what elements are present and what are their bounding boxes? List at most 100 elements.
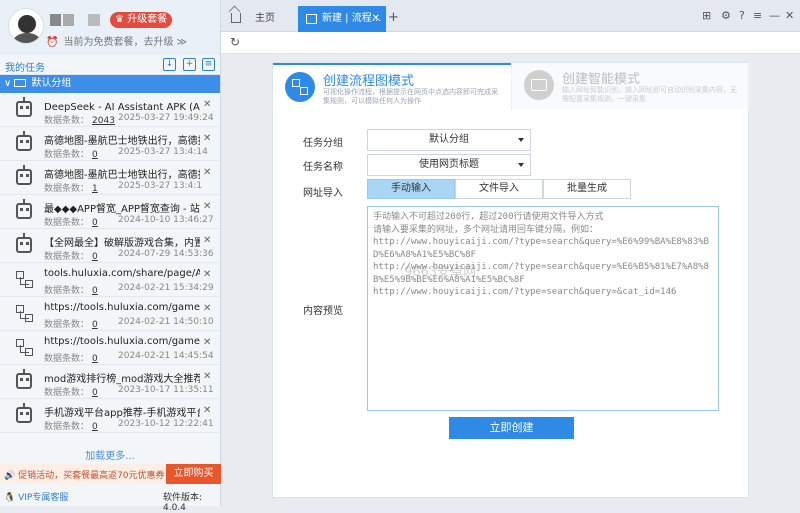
task-title: 高德地图-墨航巴士地铁出行，高德打車 APK xyxy=(44,136,200,147)
task-date: 2024-07-29 14:53:36 xyxy=(118,249,214,259)
menu-icon[interactable]: ≡ xyxy=(753,9,762,22)
delete-task-icon[interactable]: ✕ xyxy=(203,337,211,348)
task-date: 2023-10-17 11:35:11 xyxy=(118,385,214,395)
minimize-icon[interactable]: — xyxy=(769,9,780,22)
vip-support-link[interactable]: 🐧 VIP专属客服 xyxy=(4,490,68,503)
name-field-label: 任务名称 xyxy=(303,162,343,173)
flow-mode-card[interactable]: 创建流程图模式 可视化操作流程，根据提示在网页中点选内容即可完成采集规则，可以模… xyxy=(273,63,511,110)
robot-icon xyxy=(16,131,32,151)
flow-icon xyxy=(16,305,32,321)
task-header: 我的任务 ↓ + ≡ xyxy=(0,55,220,75)
tab-home[interactable]: 主页 xyxy=(223,6,295,32)
tab-home-label: 主页 xyxy=(255,13,275,24)
refresh-icon[interactable]: ↻ xyxy=(230,35,240,49)
task-date: 2024-10-10 13:46:27 xyxy=(118,215,214,225)
task-list-item[interactable]: 手机游戏平台app推荐-手机游戏平台有哪些数据条数：0 2023-10-12 12… xyxy=(0,399,220,433)
upgrade-badge-label: 升级套餐 xyxy=(127,14,168,25)
upgrade-badge[interactable]: ♛ 升级套餐 xyxy=(110,12,173,28)
close-window-icon[interactable]: ✕ xyxy=(785,9,794,22)
delete-task-icon[interactable]: ✕ xyxy=(203,133,211,144)
name-select[interactable]: 使用网页标题 xyxy=(367,154,531,176)
task-count: 数据条数： 0 xyxy=(44,419,98,432)
import-icon[interactable]: ↓ xyxy=(163,58,176,71)
plan-text: 当前为免费套餐，去升级 xyxy=(63,37,174,48)
smart-mode-card[interactable]: 创建智能模式 输入网址智能识别，输入网址即可自动识别采集内容，无需配置采集规则，… xyxy=(511,63,750,110)
task-count-value[interactable]: 0 xyxy=(92,286,98,296)
url-tab-manual[interactable]: 手动输入 xyxy=(367,179,455,199)
task-date: 2024-02-21 14:45:54 xyxy=(118,351,214,361)
task-title: 高德地图-墨航巴士地铁出行，高德打車 APK xyxy=(44,170,200,181)
avatar[interactable] xyxy=(8,8,44,44)
delete-task-icon[interactable]: ✕ xyxy=(203,405,211,416)
task-list-item[interactable]: https://tools.huluxia.com/game/detail/AN… xyxy=(0,331,220,365)
task-title: https://tools.huluxia.com/game/detail/AN… xyxy=(44,336,200,347)
robot-icon xyxy=(16,199,32,219)
task-date: 2025-03-27 13:4:14 xyxy=(118,147,208,157)
smart-mode-title: 创建智能模式 xyxy=(562,72,641,87)
address-bar: ↻ xyxy=(221,32,800,54)
task-count-value[interactable]: 1 xyxy=(92,184,98,194)
url-tab-batch[interactable]: 批量生成 xyxy=(543,179,631,199)
plan-info[interactable]: ⏰ 当前为免费套餐，去升级 ≫ xyxy=(46,33,187,48)
double-chevron-icon: ≫ xyxy=(176,37,187,48)
task-list-item[interactable]: 最◆◆◆APP督宽_APP督宽查询 - 站长工具数据条数：0 2024-10-10… xyxy=(0,195,220,229)
buy-now-button[interactable]: 立即购买 xyxy=(166,464,221,484)
gift-icon[interactable]: ⊞ xyxy=(702,9,711,22)
watermark: 9663安卓网 xyxy=(404,265,477,280)
task-title: mod游戏排行榜_mod游戏大全推荐_八门神 xyxy=(44,374,200,385)
task-count: 数据条数： 0 xyxy=(44,249,98,262)
task-title: 【全网最全】破解版游戏合集，内置菜单/免 xyxy=(44,238,200,249)
home-icon xyxy=(231,13,241,23)
delete-task-icon[interactable]: ✕ xyxy=(203,269,211,280)
new-tab-button[interactable]: + xyxy=(388,10,399,25)
create-now-button[interactable]: 立即创建 xyxy=(449,417,574,439)
task-count-value[interactable]: 0 xyxy=(92,320,98,330)
group-row[interactable]: ∨ 默认分组 xyxy=(0,75,220,93)
task-list-item[interactable]: 【全网最全】破解版游戏合集，内置菜单/免数据条数：0 2024-07-29 14:… xyxy=(0,229,220,263)
delete-task-icon[interactable]: ✕ xyxy=(203,201,211,212)
task-count-value[interactable]: 2043 xyxy=(92,116,115,126)
close-tab-icon[interactable]: ✕ xyxy=(372,6,380,32)
task-count-value[interactable]: 0 xyxy=(92,388,98,398)
group-label: 默认分组 xyxy=(31,78,72,89)
promo-banner: 🔊 促销活动，买套餐最高返70元优惠券！ 立即购买 xyxy=(0,464,221,484)
task-count: 数据条数： 0 xyxy=(44,283,98,296)
task-count-label: 数据条数： xyxy=(44,286,90,296)
task-list-item[interactable]: 高德地图-墨航巴士地铁出行，高德打車 APK数据条数：12025-03-27 1… xyxy=(0,161,220,195)
settings-icon[interactable]: ⚙ xyxy=(721,9,731,22)
tab-new-task[interactable]: 新建 | 流程... ✕ xyxy=(298,6,386,32)
edit-icon[interactable]: ≡ xyxy=(202,58,215,71)
robot-icon xyxy=(16,233,32,253)
task-count: 数据条数： 0 xyxy=(44,147,98,160)
task-list-item[interactable]: mod游戏排行榜_mod游戏大全推荐_八门神数据条数：0 2023-10-17 1… xyxy=(0,365,220,399)
task-title: tools.huluxia.com/share/page/ANDROID/4 xyxy=(44,268,200,279)
task-count-value[interactable]: 0 xyxy=(92,354,98,364)
delete-task-icon[interactable]: ✕ xyxy=(203,99,211,110)
url-tab-file[interactable]: 文件导入 xyxy=(455,179,543,199)
flow-icon xyxy=(16,339,32,355)
promo-text: 🔊 促销活动，买套餐最高返70元优惠券！ xyxy=(4,471,174,481)
task-count: 数据条数： 2043 xyxy=(44,113,115,126)
load-more-link[interactable]: 加载更多... xyxy=(0,447,220,462)
group-select[interactable]: 默认分组 xyxy=(367,129,531,151)
delete-task-icon[interactable]: ✕ xyxy=(203,371,211,382)
task-count-value[interactable]: 0 xyxy=(92,218,98,228)
task-list-item[interactable]: 高德地图-墨航巴士地铁出行，高德打車 APK数据条数：0 2025-03-27 1… xyxy=(0,127,220,161)
task-count-value[interactable]: 0 xyxy=(92,150,98,160)
delete-task-icon[interactable]: ✕ xyxy=(203,167,211,178)
delete-task-icon[interactable]: ✕ xyxy=(203,235,211,246)
add-task-icon[interactable]: + xyxy=(183,58,196,71)
url-input-textarea[interactable]: 手动输入不可超过200行，超过200行请使用文件导入方式 请输入要采集的网址，多… xyxy=(367,206,719,411)
sidebar-footer: 🐧 VIP专属客服 软件版本: 4.0.4 xyxy=(0,486,221,513)
help-icon[interactable]: ? xyxy=(739,9,745,22)
task-count-label: 数据条数： xyxy=(44,388,90,398)
delete-task-icon[interactable]: ✕ xyxy=(203,303,211,314)
task-count: 数据条数： 1 xyxy=(44,181,98,194)
task-count-label: 数据条数： xyxy=(44,320,90,330)
task-count-value[interactable]: 0 xyxy=(92,422,98,432)
task-list-item[interactable]: DeepSeek - AI Assistant APK (A-采集数据条数：20… xyxy=(0,93,220,127)
task-count-value[interactable]: 0 xyxy=(92,252,98,262)
task-list-item[interactable]: https://tools.huluxia.com/game/detail/AN… xyxy=(0,297,220,331)
username-block xyxy=(88,14,100,26)
task-list-item[interactable]: tools.huluxia.com/share/page/ANDROID/4 数据… xyxy=(0,263,220,297)
